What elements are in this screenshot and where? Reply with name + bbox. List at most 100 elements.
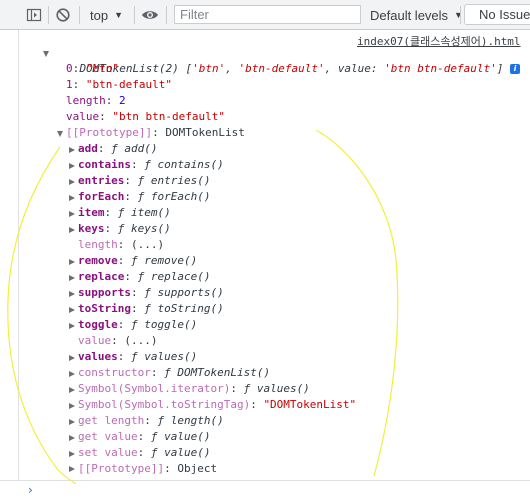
member-key: item (78, 206, 105, 219)
function-signature: toggle() (144, 318, 198, 331)
function-symbol: ƒ (157, 414, 165, 427)
property-row: 1: "btn-default" (66, 78, 172, 91)
property-value: "btn" (85, 62, 119, 75)
prototype-member-row[interactable]: item: ƒ item() (78, 205, 171, 221)
console-prompt-icon[interactable]: › (28, 483, 33, 497)
prototype-value: DOMTokenList (165, 126, 245, 139)
member-key: remove (78, 254, 118, 267)
property-key: value (66, 110, 100, 123)
expand-arrow-icon[interactable] (69, 179, 75, 185)
prototype-member-row[interactable]: toString: ƒ toString() (78, 301, 224, 317)
expand-arrow-icon[interactable] (69, 355, 75, 361)
function-signature: supports() (157, 286, 224, 299)
array-item: 'btn' (192, 62, 226, 75)
prototype-member-row[interactable]: toggle: ƒ toggle() (78, 317, 197, 333)
property-key: length (66, 94, 106, 107)
prototype-member-row[interactable]: contains: ƒ contains() (78, 157, 224, 173)
expand-arrow-icon[interactable] (69, 451, 75, 457)
function-signature: values() (256, 382, 310, 395)
expand-arrow-icon[interactable] (69, 387, 75, 393)
function-signature: values() (144, 350, 198, 363)
expand-arrow-icon[interactable] (57, 131, 63, 137)
member-value: "DOMTokenList" (263, 398, 357, 411)
property-row: value: "btn btn-default" (66, 110, 225, 123)
member-key: toggle (78, 318, 118, 331)
prototype-row[interactable]: [[Prototype]]: DOMTokenList (66, 125, 245, 141)
prototype-member-row[interactable]: forEach: ƒ forEach() (78, 189, 210, 205)
prototype-member-row[interactable]: add: ƒ add() (78, 141, 158, 157)
prototype-member-row[interactable]: get value: ƒ value() (78, 429, 210, 445)
context-selector[interactable]: top ▼ (90, 0, 123, 30)
property-row: length: 2 (66, 94, 126, 107)
inner-prototype-row[interactable]: [[Prototype]]: Object (78, 461, 217, 477)
function-symbol: ƒ (117, 222, 125, 235)
array-item: 'btn-default' (238, 62, 325, 75)
member-key: entries (78, 174, 125, 187)
clear-console-icon[interactable] (55, 0, 71, 30)
log-levels-dropdown[interactable]: Default levels ▼ (370, 0, 463, 30)
expand-arrow-icon[interactable] (69, 163, 75, 169)
member-key: supports (78, 286, 131, 299)
expand-arrow-icon[interactable] (69, 211, 75, 217)
expand-arrow-icon[interactable] (69, 419, 75, 425)
prototype-label: [[Prototype]] (66, 126, 153, 139)
filter-placeholder: Filter (180, 7, 209, 22)
function-symbol: ƒ (150, 446, 158, 459)
function-symbol: ƒ (131, 318, 138, 331)
function-symbol: ƒ (137, 190, 145, 203)
getter-placeholder[interactable]: (...) (131, 238, 164, 251)
expand-arrow-icon[interactable] (69, 371, 75, 377)
expand-arrow-icon[interactable] (69, 227, 75, 233)
context-selector-label: top (90, 7, 109, 23)
issues-button[interactable]: No Issues (464, 4, 530, 25)
prototype-member-row[interactable]: get length: ƒ length() (78, 413, 224, 429)
prototype-member-row[interactable]: set value: ƒ value() (78, 445, 210, 461)
expand-arrow-icon[interactable] (69, 195, 75, 201)
chevron-down-icon: ▼ (114, 10, 123, 20)
member-key: values (78, 350, 118, 363)
prototype-member-row[interactable]: replace: ƒ replace() (78, 269, 210, 285)
expand-arrow-icon[interactable] (69, 403, 75, 409)
expand-arrow-icon[interactable] (69, 275, 75, 281)
filter-input[interactable]: Filter (174, 5, 361, 24)
expand-arrow-icon[interactable] (43, 51, 49, 57)
property-value: 2 (119, 94, 126, 107)
log-entry-header[interactable]: DOMTokenList(2) ['btn', 'btn-default', v… (53, 45, 521, 75)
info-icon[interactable]: i (510, 64, 521, 74)
expand-arrow-icon[interactable] (69, 323, 75, 329)
function-signature: item() (131, 206, 171, 219)
prototype-member-row[interactable]: supports: ƒ supports() (78, 285, 224, 301)
expand-arrow-icon[interactable] (69, 307, 75, 313)
function-symbol: ƒ (137, 174, 145, 187)
expand-arrow-icon[interactable] (69, 435, 75, 441)
prototype-member-row[interactable]: keys: ƒ keys() (78, 221, 171, 237)
prototype-member-row[interactable]: constructor: ƒ DOMTokenList() (78, 365, 270, 381)
value-key: value: (337, 62, 378, 75)
function-signature: forEach() (150, 190, 211, 203)
prototype-member-row[interactable]: entries: ƒ entries() (78, 173, 210, 189)
member-key: add (78, 142, 98, 155)
property-value: "btn btn-default" (112, 110, 225, 123)
getter-placeholder[interactable]: (...) (124, 334, 157, 347)
console-toolbar: top ▼ Filter Default levels ▼ No Issues (0, 0, 530, 30)
value-preview: 'btn btn-default' (384, 62, 497, 75)
member-key: constructor (78, 366, 151, 379)
expand-arrow-icon[interactable] (69, 466, 75, 472)
function-signature: value() (164, 446, 211, 459)
function-signature: add() (124, 142, 158, 155)
prototype-member-row[interactable]: length: (...) (78, 237, 164, 253)
toggle-sidebar-icon[interactable] (26, 0, 42, 30)
function-signature: entries() (150, 174, 211, 187)
expand-arrow-icon[interactable] (69, 147, 75, 153)
prototype-member-row[interactable]: Symbol(Symbol.iterator): ƒ values() (78, 381, 310, 397)
expand-arrow-icon[interactable] (69, 259, 75, 265)
member-key: contains (78, 158, 131, 171)
member-key: replace (78, 270, 125, 283)
prototype-member-row[interactable]: Symbol(Symbol.toStringTag): "DOMTokenLis… (78, 397, 356, 413)
expand-arrow-icon[interactable] (69, 291, 75, 297)
prototype-member-row[interactable]: value: (...) (78, 333, 158, 349)
eye-icon[interactable] (141, 0, 159, 30)
prototype-member-row[interactable]: values: ƒ values() (78, 349, 197, 365)
member-key: value (78, 334, 112, 347)
prototype-member-row[interactable]: remove: ƒ remove() (78, 253, 197, 269)
